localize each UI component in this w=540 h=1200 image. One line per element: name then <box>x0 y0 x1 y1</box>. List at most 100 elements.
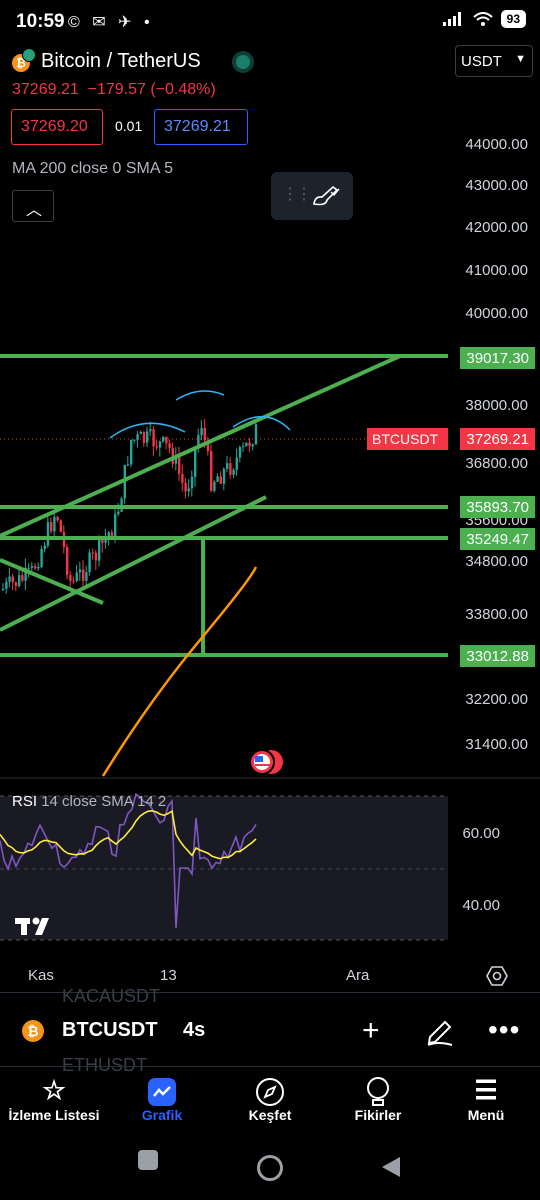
time-tick: 13 <box>160 967 177 984</box>
candle <box>114 514 117 537</box>
candle <box>66 547 69 576</box>
candle <box>222 469 226 484</box>
candle <box>34 566 37 569</box>
candle <box>88 552 91 573</box>
arc-drawing-2[interactable] <box>175 390 225 401</box>
candle <box>219 476 222 484</box>
price-tick: 42000.00 <box>465 219 528 236</box>
nav-explore[interactable]: Keşfet <box>216 1073 324 1123</box>
candle <box>50 522 53 532</box>
price-tick: 33800.00 <box>465 606 528 623</box>
candle <box>27 567 30 569</box>
candle <box>56 516 59 521</box>
price-tick: 31400.00 <box>465 736 528 753</box>
candle <box>142 432 146 443</box>
nav-label: Keşfet <box>248 1107 292 1123</box>
candle <box>168 443 171 448</box>
candle <box>69 575 72 581</box>
us-events-icon[interactable] <box>249 749 283 775</box>
candle <box>248 442 251 447</box>
nav-label: İzleme Listesi <box>8 1107 100 1123</box>
price-level-badge[interactable]: 33012.88 <box>460 645 535 667</box>
price-tick: 32200.00 <box>465 691 528 708</box>
symbol-price-tag: BTCUSDT <box>367 428 448 450</box>
candle <box>152 429 155 447</box>
price-level-badge[interactable]: 35893.70 <box>460 496 535 518</box>
candle <box>254 424 258 445</box>
bulb-icon <box>324 1073 432 1107</box>
candle <box>136 434 139 440</box>
candle <box>72 580 75 582</box>
candle <box>30 566 34 568</box>
candle <box>126 464 130 466</box>
price-tick: 34800.00 <box>465 553 528 570</box>
bitcoin-logo-icon: ₿ <box>22 1020 44 1042</box>
candle <box>162 436 165 442</box>
price-level-badge[interactable]: 39017.30 <box>460 347 535 369</box>
compass-icon <box>216 1073 324 1107</box>
menu-icon: ☰ <box>474 1075 498 1105</box>
candle <box>149 429 152 432</box>
candle <box>18 575 21 587</box>
candle <box>203 427 206 441</box>
candle <box>37 566 40 569</box>
ghost-symbol: KACAUSDT <box>62 986 161 1006</box>
back-button[interactable] <box>380 1155 402 1179</box>
candle <box>53 516 56 532</box>
recents-button[interactable] <box>138 1150 158 1170</box>
candle <box>75 572 78 582</box>
candle <box>184 482 187 492</box>
pen-icon[interactable] <box>424 1017 456 1047</box>
candle <box>110 532 114 537</box>
candle <box>11 576 14 583</box>
plus-icon[interactable]: + <box>362 1014 380 1048</box>
price-tick: 43000.00 <box>465 177 528 194</box>
home-button[interactable] <box>257 1155 283 1181</box>
candle <box>242 446 245 448</box>
candle <box>40 548 43 567</box>
settings-icon[interactable] <box>486 965 508 987</box>
candle <box>216 476 219 482</box>
rsi-legend[interactable]: RSI 14 close SMA 14 2 <box>12 793 166 810</box>
chart-icon <box>108 1073 216 1107</box>
nav-watchlist[interactable]: ☆ İzleme Listesi <box>0 1073 108 1123</box>
candle <box>43 545 46 549</box>
candle <box>133 439 136 441</box>
candle <box>232 469 235 475</box>
nav-menu[interactable]: ☰ Menü <box>432 1073 540 1123</box>
timeframe-selector[interactable]: 4s <box>183 1019 205 1042</box>
rsi-name: RSI <box>12 793 38 810</box>
candle <box>14 582 18 587</box>
price-tick: 40000.00 <box>465 305 528 322</box>
nav-ideas[interactable]: Fikirler <box>324 1073 432 1123</box>
candle <box>130 439 133 465</box>
candle <box>46 522 50 546</box>
rsi-level: 40.00 <box>462 897 500 914</box>
star-icon: ☆ <box>42 1075 66 1105</box>
candle <box>190 476 194 489</box>
candle <box>85 572 88 581</box>
more-icon[interactable]: ••• <box>488 1014 520 1046</box>
candle <box>158 441 162 448</box>
price-tick: 38000.00 <box>465 397 528 414</box>
divider <box>0 1066 540 1067</box>
rsi-params: 14 close SMA 14 2 <box>41 793 167 810</box>
candle <box>178 456 181 474</box>
nav-label: Grafik <box>141 1107 183 1123</box>
time-tick: Ara <box>346 967 370 984</box>
nav-label: Menü <box>467 1107 505 1123</box>
candle <box>139 432 142 435</box>
candle <box>229 463 232 475</box>
nav-chart[interactable]: Grafik <box>108 1073 216 1123</box>
candle <box>155 446 158 448</box>
current-price-badge[interactable]: 37269.21 <box>460 428 535 450</box>
candle <box>194 448 197 477</box>
price-level-badge[interactable]: 35249.47 <box>460 528 535 550</box>
candle <box>21 575 24 581</box>
ma-200-line <box>101 566 258 777</box>
candle <box>5 581 8 589</box>
candle <box>181 473 184 483</box>
symbol-selector[interactable]: BTCUSDT <box>62 1019 158 1042</box>
candle <box>8 576 11 582</box>
time-tick: Kas <box>28 967 54 984</box>
